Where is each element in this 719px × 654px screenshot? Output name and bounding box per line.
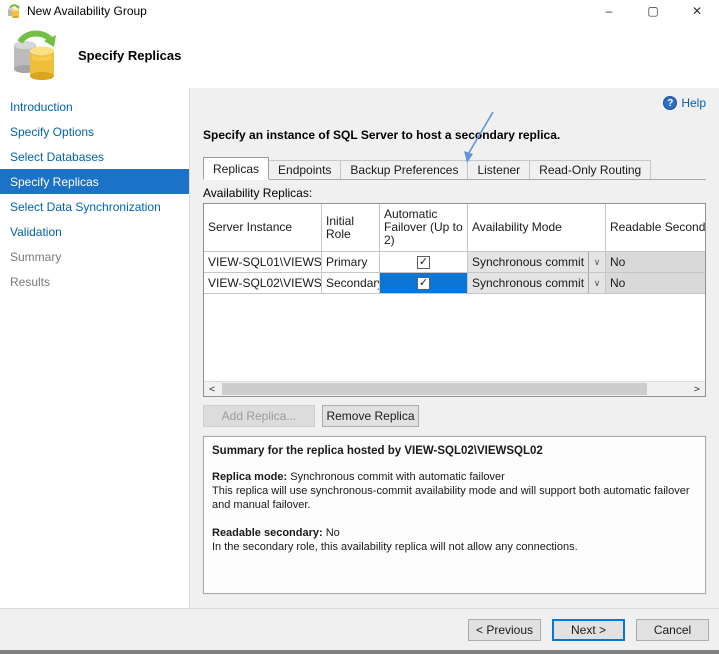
window-controls: – ▢ ✕: [587, 0, 719, 22]
scrollbar-track[interactable]: [220, 382, 689, 396]
replica-mode-summary: Replica mode: Synchronous commit with au…: [212, 470, 697, 512]
replica-mode-value: Synchronous commit with automatic failov…: [287, 471, 505, 483]
availability-mode-dropdown[interactable]: Synchronous commit ∨: [468, 252, 605, 272]
availability-mode-value: Synchronous commit: [472, 255, 585, 269]
cell-server-instance[interactable]: VIEW-SQL01\VIEWSQ...: [204, 252, 322, 272]
wizard-header: Specify Replicas: [0, 22, 719, 88]
sidebar-item-select-data-synchronization[interactable]: Select Data Synchronization: [0, 194, 189, 219]
minimize-icon: –: [605, 4, 613, 18]
cell-initial-role[interactable]: Primary: [322, 252, 380, 272]
scroll-left-icon[interactable]: <: [204, 382, 220, 396]
sidebar-item-validation[interactable]: Validation: [0, 219, 189, 244]
grid-header-row: Server Instance Initial Role Automatic F…: [204, 204, 705, 252]
new-availability-group-window: New Availability Group – ▢ ✕ Specify Rep…: [0, 0, 719, 654]
replica-row-2: VIEW-SQL02\VIEWSQ... Secondary ✓ Synchro…: [204, 273, 705, 294]
readable-secondary-value: No: [322, 527, 340, 539]
column-header-initial-role: Initial Role: [322, 204, 380, 251]
check-icon: ✓: [418, 255, 429, 268]
scroll-right-icon[interactable]: >: [689, 382, 705, 396]
help-label: Help: [681, 96, 706, 110]
cell-server-instance[interactable]: VIEW-SQL02\VIEWSQ...: [204, 273, 322, 293]
column-header-availability-mode: Availability Mode: [468, 204, 606, 251]
cell-availability-mode[interactable]: Synchronous commit ∨: [468, 273, 606, 293]
summary-title: Summary for the replica hosted by VIEW-S…: [212, 445, 543, 457]
chevron-down-icon[interactable]: ∨: [588, 252, 605, 272]
availability-replicas-label: Availability Replicas:: [203, 186, 313, 200]
steps-sidebar: Introduction Specify Options Select Data…: [0, 88, 190, 608]
help-link[interactable]: ? Help: [663, 96, 706, 110]
check-icon: ✓: [418, 276, 429, 289]
main-panel: ? Help Specify an instance of SQL Server…: [190, 88, 719, 608]
scrollbar-thumb[interactable]: [222, 383, 647, 395]
previous-button[interactable]: < Previous: [468, 618, 541, 641]
wizard-body: Introduction Specify Options Select Data…: [0, 88, 719, 608]
window-title: New Availability Group: [27, 4, 147, 18]
availability-mode-dropdown[interactable]: Synchronous commit ∨: [468, 273, 605, 293]
maximize-button[interactable]: ▢: [631, 0, 675, 22]
maximize-icon: ▢: [647, 4, 659, 18]
cell-readable-secondary: No: [606, 252, 705, 272]
replicas-database-icon: [14, 30, 56, 80]
tab-replicas[interactable]: Replicas: [203, 157, 270, 180]
page-title: Specify Replicas: [78, 47, 182, 63]
wizard-footer: < Previous Next > Cancel: [0, 608, 719, 650]
column-header-server-instance: Server Instance: [204, 204, 322, 251]
replica-buttons-row: Add Replica... Remove Replica: [203, 405, 706, 427]
sidebar-item-introduction[interactable]: Introduction: [0, 94, 189, 119]
next-button[interactable]: Next >: [552, 618, 625, 641]
remove-replica-button[interactable]: Remove Replica: [322, 405, 419, 427]
minimize-button[interactable]: –: [587, 0, 631, 22]
cell-automatic-failover-selected[interactable]: ✓: [380, 273, 468, 293]
replica-mode-description: This replica will use synchronous-commit…: [212, 485, 690, 511]
cell-readable-secondary: No: [606, 273, 705, 293]
availability-mode-value: Synchronous commit: [472, 276, 585, 290]
annotation-arrow: [464, 111, 494, 163]
sidebar-item-specify-replicas[interactable]: Specify Replicas: [0, 169, 189, 194]
column-header-readable-secondary: Readable Secondary: [606, 204, 705, 251]
close-icon: ✕: [691, 4, 703, 18]
readable-secondary-summary: Readable secondary: No In the secondary …: [212, 526, 697, 554]
title-bar: New Availability Group – ▢ ✕: [0, 0, 719, 22]
replica-mode-label: Replica mode:: [212, 471, 288, 483]
sidebar-item-select-databases[interactable]: Select Databases: [0, 144, 189, 169]
chevron-down-icon[interactable]: ∨: [588, 273, 605, 293]
replica-summary-panel: Summary for the replica hosted by VIEW-S…: [203, 436, 706, 594]
automatic-failover-checkbox[interactable]: ✓: [417, 276, 430, 290]
sidebar-item-results: Results: [10, 274, 51, 289]
add-replica-button: Add Replica...: [203, 405, 315, 427]
cell-automatic-failover[interactable]: ✓: [380, 252, 468, 272]
readable-secondary-description: In the secondary role, this availability…: [212, 541, 578, 553]
close-button[interactable]: ✕: [675, 0, 719, 22]
help-icon: ?: [663, 96, 678, 110]
replica-row-1: VIEW-SQL01\VIEWSQ... Primary ✓ Synchrono…: [204, 252, 705, 273]
tab-endpoints[interactable]: Endpoints: [268, 160, 342, 179]
cancel-button[interactable]: Cancel: [636, 618, 709, 641]
availability-group-icon: [8, 4, 20, 18]
readable-secondary-label: Readable secondary:: [212, 527, 323, 539]
sidebar-item-specify-options[interactable]: Specify Options: [0, 119, 189, 144]
cell-initial-role[interactable]: Secondary: [322, 273, 380, 293]
sidebar-item-summary: Summary: [10, 249, 62, 264]
automatic-failover-checkbox[interactable]: ✓: [417, 255, 430, 269]
availability-replicas-grid: Server Instance Initial Role Automatic F…: [203, 203, 706, 397]
cell-availability-mode[interactable]: Synchronous commit ∨: [468, 252, 606, 272]
tab-read-only-routing[interactable]: Read-Only Routing: [529, 160, 652, 179]
column-header-automatic-failover: Automatic Failover (Up to 2): [380, 204, 468, 251]
horizontal-scrollbar[interactable]: < >: [204, 381, 705, 396]
